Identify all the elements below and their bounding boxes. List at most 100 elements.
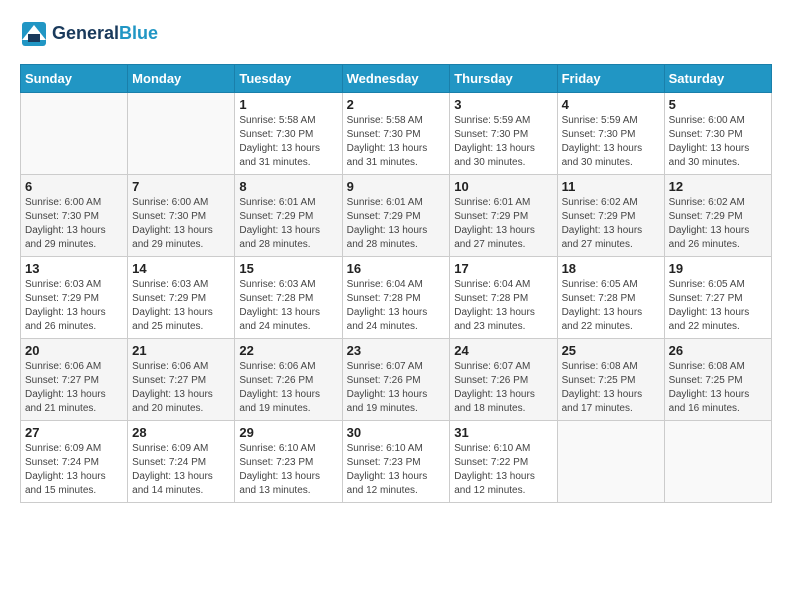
day-number: 3 (454, 97, 552, 112)
day-info: Sunrise: 6:04 AM Sunset: 7:28 PM Dayligh… (347, 278, 446, 334)
calendar-cell (557, 421, 664, 503)
weekday-header-tuesday: Tuesday (235, 65, 342, 93)
day-info: Sunrise: 6:00 AM Sunset: 7:30 PM Dayligh… (132, 196, 230, 252)
calendar-week-3: 13Sunrise: 6:03 AM Sunset: 7:29 PM Dayli… (21, 257, 772, 339)
day-info: Sunrise: 5:58 AM Sunset: 7:30 PM Dayligh… (347, 114, 446, 170)
calendar-cell: 12 Sunrise: 6:02 AM Sunset: 7:29 PM Dayli… (664, 175, 771, 257)
calendar-cell: 7Sunrise: 6:00 AM Sunset: 7:30 PM Daylig… (128, 175, 235, 257)
calendar-cell: 15 Sunrise: 6:03 AM Sunset: 7:28 PM Dayli… (235, 257, 342, 339)
day-number: 28 (132, 425, 230, 440)
day-info: Sunrise: 5:59 AM Sunset: 7:30 PM Dayligh… (562, 114, 660, 170)
calendar-cell: 1 Sunrise: 5:58 AM Sunset: 7:30 PM Daylig… (235, 93, 342, 175)
day-info: Sunrise: 6:03 AM Sunset: 7:28 PM Dayligh… (239, 278, 337, 334)
day-info: Sunrise: 6:07 AM Sunset: 7:26 PM Dayligh… (347, 360, 446, 416)
day-info: Sunrise: 5:59 AM Sunset: 7:30 PM Dayligh… (454, 114, 552, 170)
calendar-cell: 21 Sunrise: 6:06 AM Sunset: 7:27 PM Dayli… (128, 339, 235, 421)
day-number: 16 (347, 261, 446, 276)
day-info: Sunrise: 6:05 AM Sunset: 7:27 PM Dayligh… (669, 278, 767, 334)
calendar-cell: 25 Sunrise: 6:08 AM Sunset: 7:25 PM Dayli… (557, 339, 664, 421)
calendar-table: SundayMondayTuesdayWednesdayThursdayFrid… (20, 64, 772, 503)
calendar-cell (664, 421, 771, 503)
calendar-cell: 6 Sunrise: 6:00 AM Sunset: 7:30 PM Daylig… (21, 175, 128, 257)
logo-icon (20, 20, 48, 48)
calendar-cell: 24 Sunrise: 6:07 AM Sunset: 7:26 PM Dayli… (450, 339, 557, 421)
calendar-cell: 17 Sunrise: 6:04 AM Sunset: 7:28 PM Dayli… (450, 257, 557, 339)
day-info: Sunrise: 6:01 AM Sunset: 7:29 PM Dayligh… (454, 196, 552, 252)
day-number: 26 (669, 343, 767, 358)
day-info: Sunrise: 6:10 AM Sunset: 7:22 PM Dayligh… (454, 442, 552, 498)
day-info: Sunrise: 6:02 AM Sunset: 7:29 PM Dayligh… (562, 196, 660, 252)
calendar-cell: 31 Sunrise: 6:10 AM Sunset: 7:22 PM Dayli… (450, 421, 557, 503)
calendar-cell: 27 Sunrise: 6:09 AM Sunset: 7:24 PM Dayli… (21, 421, 128, 503)
day-number: 2 (347, 97, 446, 112)
day-info: Sunrise: 6:05 AM Sunset: 7:28 PM Dayligh… (562, 278, 660, 334)
day-number: 18 (562, 261, 660, 276)
calendar-cell: 20Sunrise: 6:06 AM Sunset: 7:27 PM Dayli… (21, 339, 128, 421)
day-number: 5 (669, 97, 767, 112)
day-number: 12 (669, 179, 767, 194)
day-info: Sunrise: 6:08 AM Sunset: 7:25 PM Dayligh… (562, 360, 660, 416)
calendar-cell: 19 Sunrise: 6:05 AM Sunset: 7:27 PM Dayli… (664, 257, 771, 339)
day-info: Sunrise: 6:00 AM Sunset: 7:30 PM Dayligh… (669, 114, 767, 170)
day-info: Sunrise: 6:04 AM Sunset: 7:28 PM Dayligh… (454, 278, 552, 334)
day-info: Sunrise: 6:09 AM Sunset: 7:24 PM Dayligh… (25, 442, 123, 498)
day-info: Sunrise: 6:06 AM Sunset: 7:27 PM Dayligh… (132, 360, 230, 416)
day-info: Sunrise: 5:58 AM Sunset: 7:30 PM Dayligh… (239, 114, 337, 170)
calendar-cell: 8 Sunrise: 6:01 AM Sunset: 7:29 PM Daylig… (235, 175, 342, 257)
weekday-header-monday: Monday (128, 65, 235, 93)
calendar-cell: 30Sunrise: 6:10 AM Sunset: 7:23 PM Dayli… (342, 421, 450, 503)
day-info: Sunrise: 6:03 AM Sunset: 7:29 PM Dayligh… (132, 278, 230, 334)
calendar-cell: 9 Sunrise: 6:01 AM Sunset: 7:29 PM Daylig… (342, 175, 450, 257)
day-number: 25 (562, 343, 660, 358)
day-number: 6 (25, 179, 123, 194)
calendar-cell: 3 Sunrise: 5:59 AM Sunset: 7:30 PM Daylig… (450, 93, 557, 175)
calendar-cell: 22 Sunrise: 6:06 AM Sunset: 7:26 PM Dayli… (235, 339, 342, 421)
day-number: 22 (239, 343, 337, 358)
day-number: 11 (562, 179, 660, 194)
day-number: 17 (454, 261, 552, 276)
weekday-header-wednesday: Wednesday (342, 65, 450, 93)
logo: GeneralBlue (20, 20, 158, 48)
day-info: Sunrise: 6:00 AM Sunset: 7:30 PM Dayligh… (25, 196, 123, 252)
weekday-header-thursday: Thursday (450, 65, 557, 93)
day-info: Sunrise: 6:10 AM Sunset: 7:23 PM Dayligh… (347, 442, 446, 498)
calendar-week-2: 6 Sunrise: 6:00 AM Sunset: 7:30 PM Daylig… (21, 175, 772, 257)
day-number: 10 (454, 179, 552, 194)
calendar-cell: 2 Sunrise: 5:58 AM Sunset: 7:30 PM Daylig… (342, 93, 450, 175)
calendar-cell: 23 Sunrise: 6:07 AM Sunset: 7:26 PM Dayli… (342, 339, 450, 421)
day-info: Sunrise: 6:08 AM Sunset: 7:25 PM Dayligh… (669, 360, 767, 416)
day-number: 9 (347, 179, 446, 194)
calendar-cell: 4Sunrise: 5:59 AM Sunset: 7:30 PM Daylig… (557, 93, 664, 175)
day-number: 1 (239, 97, 337, 112)
day-info: Sunrise: 6:06 AM Sunset: 7:27 PM Dayligh… (25, 360, 123, 416)
calendar-body: 1 Sunrise: 5:58 AM Sunset: 7:30 PM Daylig… (21, 93, 772, 503)
calendar-cell: 13Sunrise: 6:03 AM Sunset: 7:29 PM Dayli… (21, 257, 128, 339)
calendar-week-5: 27 Sunrise: 6:09 AM Sunset: 7:24 PM Dayli… (21, 421, 772, 503)
calendar-week-4: 20Sunrise: 6:06 AM Sunset: 7:27 PM Dayli… (21, 339, 772, 421)
calendar-cell (21, 93, 128, 175)
day-info: Sunrise: 6:01 AM Sunset: 7:29 PM Dayligh… (347, 196, 446, 252)
day-number: 15 (239, 261, 337, 276)
weekday-header-saturday: Saturday (664, 65, 771, 93)
day-number: 8 (239, 179, 337, 194)
calendar-cell: 11 Sunrise: 6:02 AM Sunset: 7:29 PM Dayli… (557, 175, 664, 257)
page-header: GeneralBlue (20, 20, 772, 48)
day-info: Sunrise: 6:10 AM Sunset: 7:23 PM Dayligh… (239, 442, 337, 498)
day-info: Sunrise: 6:07 AM Sunset: 7:26 PM Dayligh… (454, 360, 552, 416)
day-number: 24 (454, 343, 552, 358)
calendar-cell: 14Sunrise: 6:03 AM Sunset: 7:29 PM Dayli… (128, 257, 235, 339)
calendar-cell: 29 Sunrise: 6:10 AM Sunset: 7:23 PM Dayli… (235, 421, 342, 503)
day-number: 31 (454, 425, 552, 440)
day-number: 29 (239, 425, 337, 440)
calendar-cell: 18 Sunrise: 6:05 AM Sunset: 7:28 PM Dayli… (557, 257, 664, 339)
day-number: 23 (347, 343, 446, 358)
calendar-cell: 10 Sunrise: 6:01 AM Sunset: 7:29 PM Dayli… (450, 175, 557, 257)
day-number: 21 (132, 343, 230, 358)
calendar-cell: 5 Sunrise: 6:00 AM Sunset: 7:30 PM Daylig… (664, 93, 771, 175)
day-info: Sunrise: 6:02 AM Sunset: 7:29 PM Dayligh… (669, 196, 767, 252)
day-info: Sunrise: 6:06 AM Sunset: 7:26 PM Dayligh… (239, 360, 337, 416)
day-number: 27 (25, 425, 123, 440)
day-info: Sunrise: 6:01 AM Sunset: 7:29 PM Dayligh… (239, 196, 337, 252)
day-number: 19 (669, 261, 767, 276)
calendar-cell (128, 93, 235, 175)
